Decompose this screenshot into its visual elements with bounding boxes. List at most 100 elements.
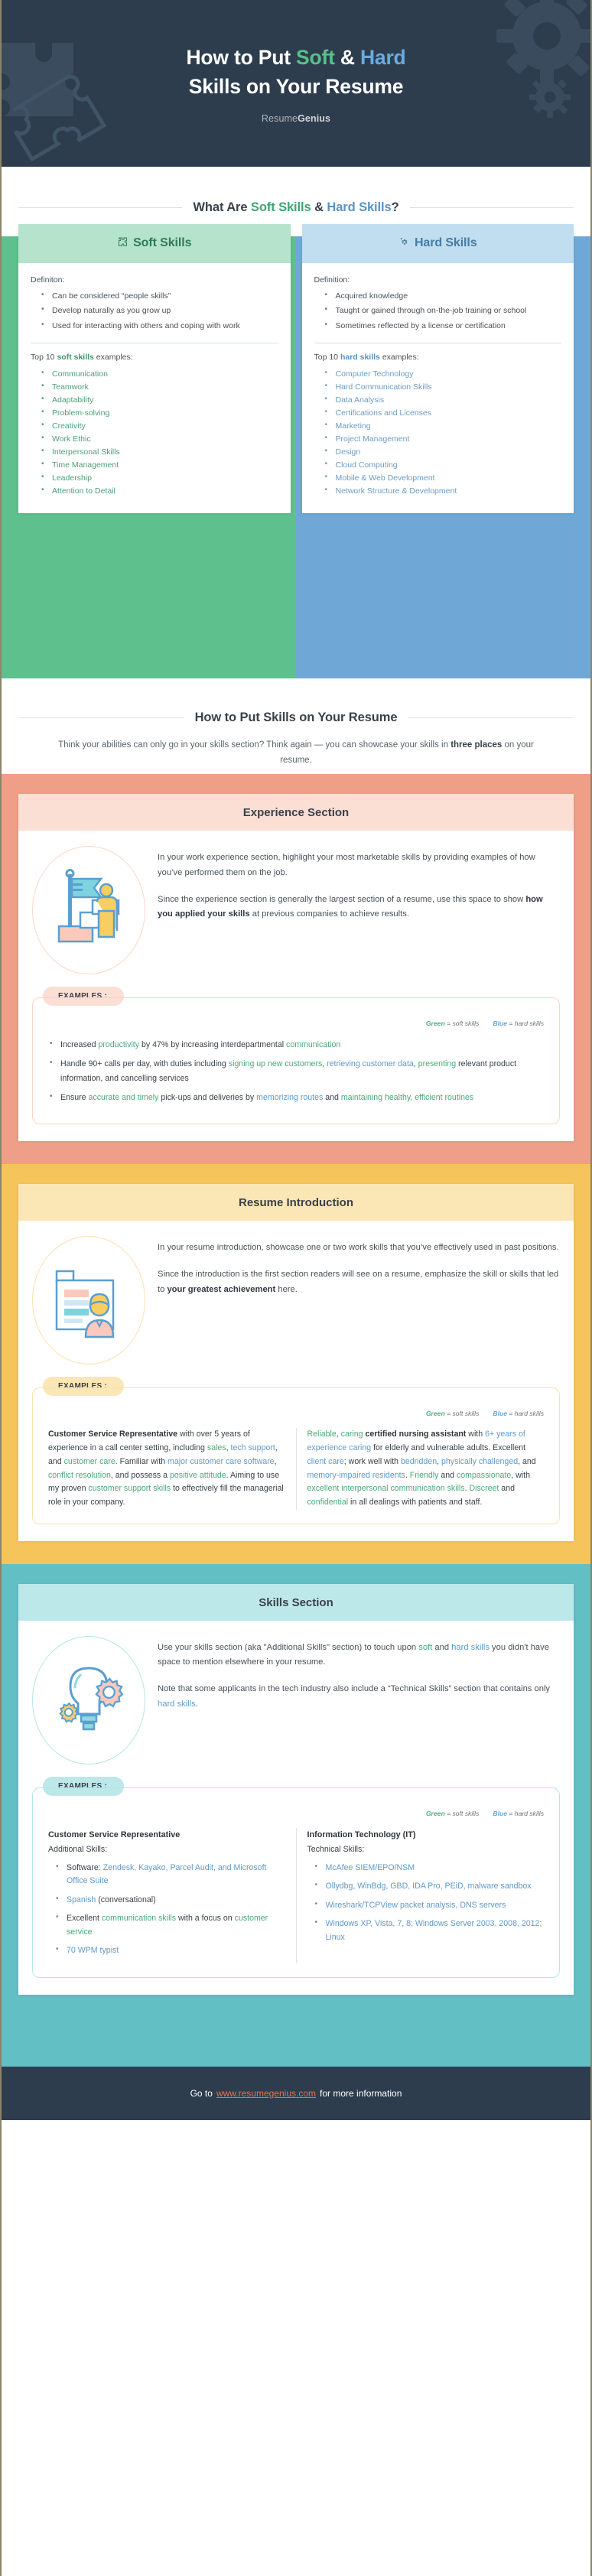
legend-green-text: = soft skills	[444, 1809, 480, 1817]
experience-bullets: Increased productivity by 47% by increas…	[45, 1037, 547, 1104]
soft-skills-card-title: Soft Skills	[133, 236, 192, 249]
skills-right-bullets: McAfee SIEM/EPO/NSM Ollydbg, WinBdg, GBD,…	[307, 1861, 545, 1944]
soft-top10-bold: soft skills	[57, 352, 94, 362]
list-item: Handle 90+ calls per day, with duties in…	[47, 1056, 545, 1085]
list-item: 70 WPM typist	[54, 1943, 285, 1957]
experience-examples-box: Green = soft skills Blue = hard skills In…	[32, 997, 560, 1125]
howto-rule-right	[408, 717, 574, 718]
heading-rule-left	[18, 207, 183, 208]
footer-teal-band	[2, 2017, 590, 2067]
list-item: Ollydbg, WinBdg, GBD, IDA Pro, PEiD, mal…	[314, 1879, 545, 1893]
experience-block: Experience Section In your work experien…	[2, 774, 590, 1165]
experience-examples-wrap: EXAMPLES : Green = soft skills Blue = har…	[32, 987, 560, 1125]
gear-icon	[398, 236, 410, 252]
introduction-copy: In your resume introduction, showcase on…	[158, 1236, 560, 1297]
introduction-left-body: with over 5 years of experience in a cal…	[48, 1429, 284, 1508]
hard-examples-list: Computer Technology Hard Communication S…	[314, 367, 562, 498]
skills-p2-a: Note that some applicants in the tech in…	[158, 1684, 551, 1694]
compare-heading-amp: &	[311, 200, 327, 214]
skills-left-bullets: Software: Zendesk, Kayako, Parcel Audit,…	[48, 1861, 285, 1958]
list-item: Used for interacting with others and cop…	[40, 319, 278, 332]
skills-p2-b: .	[195, 1699, 198, 1709]
list-item: Spanish (conversational)	[54, 1893, 285, 1907]
header-banner: How to Put Soft & Hard Skills on Your Re…	[2, 0, 590, 167]
list-item: Work Ethic	[40, 432, 278, 446]
skills-examples-wrap: EXAMPLES : Green = soft skills Blue = har…	[32, 1776, 560, 1978]
list-item: McAfee SIEM/EPO/NSM	[314, 1861, 545, 1875]
heading-rule-right	[409, 207, 574, 208]
howto-lead-bold: three places	[451, 740, 503, 750]
legend-blue: Blue	[493, 1410, 507, 1418]
list-item: Wireshark/TCPView packet analysis, DNS s…	[314, 1898, 545, 1912]
skills-right-sub: Technical Skills:	[307, 1845, 365, 1855]
list-item: Interpersonal Skills	[40, 445, 278, 459]
puzzle-piece-icon	[117, 236, 128, 252]
skills-left-heading: Customer Service Representative	[48, 1830, 181, 1839]
lightbulb-gears-icon	[32, 1635, 145, 1764]
gear-decoration-small-icon	[529, 76, 571, 119]
list-item: Acquired knowledge	[324, 289, 562, 302]
list-item: Creativity	[40, 419, 278, 433]
experience-row: In your work experience section, highlig…	[32, 846, 560, 975]
list-item: Time Management	[40, 458, 278, 472]
legend-blue: Blue	[493, 1020, 507, 1028]
soft-skills-card-header: Soft Skills	[18, 224, 291, 263]
compare-heading-q: ?	[391, 200, 399, 214]
skills-content: Use your skills section (aka "Additional…	[18, 1621, 574, 1995]
footer: Go to www.resumegenius.com for more info…	[2, 2066, 590, 2120]
skills-block: Skills Section Use your skills section (…	[2, 1563, 590, 2018]
legend-blue-text: = hard skills	[507, 1410, 544, 1418]
title-soft-word: Soft	[295, 45, 335, 69]
introduction-examples-wrap: EXAMPLES : Green = soft skills Blue = har…	[32, 1377, 560, 1524]
experience-p2-b: at previous companies to achieve results…	[249, 909, 409, 919]
soft-top10-label: Top 10 soft skills examples:	[31, 353, 278, 362]
legend-blue: Blue	[493, 1809, 507, 1817]
page-title: How to Put Soft & Hard Skills on Your Re…	[186, 43, 405, 102]
introduction-illustration	[55, 1270, 115, 1338]
legend-green: Green	[425, 1809, 445, 1817]
skills-copy: Use your skills section (aka "Additional…	[158, 1636, 560, 1712]
soft-definition-list: Can be considered “people skills” Develo…	[31, 289, 278, 332]
skills-p2-hard: hard skills	[158, 1699, 196, 1709]
hard-skills-card-header: Hard Skills	[301, 224, 574, 263]
list-item: Adaptability	[40, 393, 278, 407]
footer-post: for more information	[320, 2087, 402, 2099]
hard-top10-pre: Top 10	[314, 352, 340, 362]
howto-heading-text: How to Put Skills on Your Resume	[194, 711, 398, 724]
skills-example-columns: Customer Service Representative Addition…	[45, 1827, 547, 1963]
list-item: Ensure accurate and timely pick-ups and …	[47, 1090, 545, 1104]
hard-top10-bold: hard skills	[340, 352, 380, 362]
skills-p1-hard: hard skills	[451, 1642, 490, 1652]
list-item: Problem-solving	[40, 406, 278, 420]
legend-experience: Green = soft skills Blue = hard skills	[45, 1020, 547, 1038]
gear-decoration-icon	[496, 0, 590, 86]
introduction-examples-box: Green = soft skills Blue = hard skills Cu…	[32, 1387, 560, 1524]
title-hard-word: Hard	[359, 45, 406, 69]
list-item: Teamwork	[40, 380, 278, 394]
infographic-page: How to Put Soft & Hard Skills on Your Re…	[0, 0, 592, 2576]
hard-skills-card-body: Definition: Acquired knowledge Taught or…	[302, 263, 574, 513]
soft-examples-list: Communication Teamwork Adaptability Prob…	[31, 367, 278, 498]
soft-top10-pre: Top 10	[31, 352, 57, 362]
introduction-paragraph-2: Since the introduction is the first sect…	[158, 1267, 560, 1297]
list-item: Communication	[40, 367, 278, 381]
legend-green-text: = soft skills	[444, 1410, 480, 1418]
brand-bold: Genius	[298, 113, 331, 125]
compare-heading-a: What Are	[193, 200, 251, 214]
list-item: Certifications and Licenses	[324, 406, 562, 420]
hard-definition-list: Acquired knowledge Taught or gained thro…	[314, 289, 562, 332]
person-with-flag-icon	[32, 846, 145, 975]
experience-paragraph-2: Since the experience section is generall…	[158, 893, 560, 922]
legend-skills: Green = soft skills Blue = hard skills	[45, 1810, 547, 1828]
introduction-p2-b: here.	[275, 1284, 298, 1294]
experience-illustration	[57, 869, 120, 943]
skills-example-left: Customer Service Representative Addition…	[45, 1828, 296, 1963]
legend-blue-text: = hard skills	[507, 1809, 544, 1817]
list-item: Data Analysis	[324, 393, 562, 407]
experience-card: Experience Section In your work experien…	[18, 794, 574, 1142]
howto-lead: Think your abilities can only go in your…	[2, 725, 590, 768]
resumegenius-link[interactable]: www.resumegenius.com	[216, 2088, 316, 2099]
skills-p1-a: Use your skills section (aka "Additional…	[158, 1642, 419, 1652]
hard-top10-label: Top 10 hard skills examples:	[314, 353, 562, 362]
howto-heading: How to Put Skills on Your Resume	[2, 711, 590, 725]
